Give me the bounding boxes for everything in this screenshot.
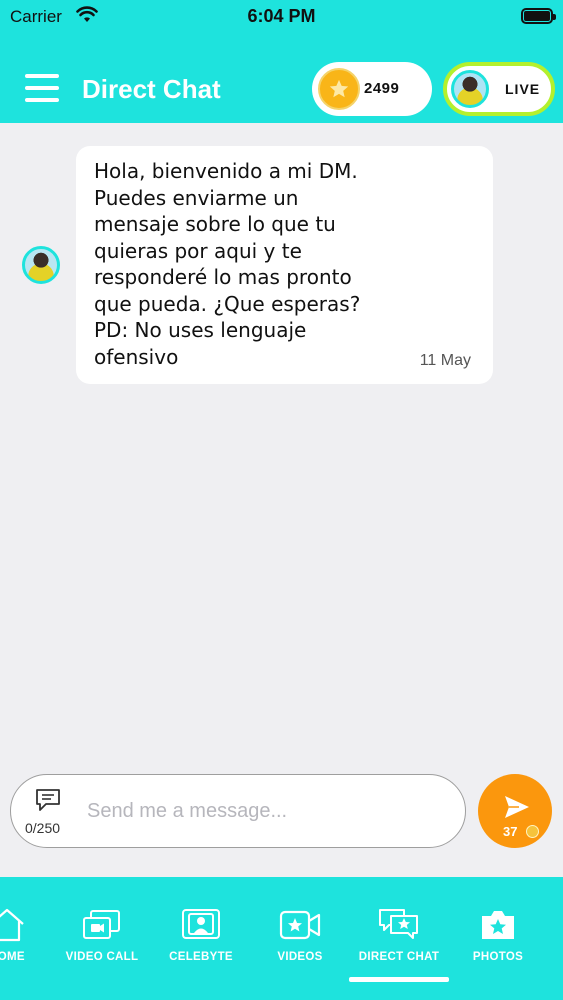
video-call-icon [83,910,120,939]
nav-item-video-call[interactable]: VIDEO CALL [52,907,152,963]
battery-icon [521,8,556,24]
live-label: LIVE [505,81,541,97]
videos-icon [279,910,321,940]
message-bubble: Hola, bienvenido a mi DM. Puedes enviarm… [76,146,493,384]
message-date: 11 May [419,352,471,369]
bottom-nav: HOME VIDEO CALL CELEBYTE VIDEOS [0,877,563,1000]
status-bar: Carrier 6:04 PM [0,0,563,34]
nav-item-celebyte[interactable]: CELEBYTE [151,907,251,963]
live-avatar [451,70,489,108]
nav-label-video-call: VIDEO CALL [65,951,139,963]
nav-label-direct-chat: DIRECT CHAT [358,951,440,963]
coin-icon [318,68,360,110]
sender-avatar[interactable] [22,246,60,284]
coin-balance-button[interactable]: 2499 [312,62,432,116]
coin-count: 2499 [364,80,400,97]
nav-item-videos[interactable]: VIDEOS [250,907,350,963]
home-icon [0,908,24,942]
direct-chat-icon [379,909,418,939]
active-tab-indicator [349,977,449,982]
nav-label-home: HOME [0,951,25,963]
send-cost: 37 [503,824,518,839]
message-input[interactable] [87,797,447,825]
nav-label-celebyte: CELEBYTE [169,951,233,963]
nav-item-direct-chat[interactable]: DIRECT CHAT [349,907,449,963]
nav-label-videos: VIDEOS [277,951,323,963]
nav-item-home[interactable]: HOME [0,907,57,963]
live-button[interactable]: LIVE [443,62,555,116]
chat-counter-icon [36,789,60,811]
celebyte-icon [182,909,220,939]
send-button[interactable]: 37 [478,774,552,848]
status-time: 6:04 PM [247,6,316,26]
message-composer: 0/250 [10,774,466,848]
send-icon [505,796,529,818]
send-coin-icon [526,825,539,838]
app-header: Carrier 6:04 PM Direct Chat 2499 LIVE [0,0,563,123]
nav-item-photos[interactable]: PHOTOS [448,907,548,963]
message-text: Hola, bienvenido a mi DM. Puedes enviarm… [94,159,361,369]
nav-label-photos: PHOTOS [472,951,524,963]
page-title: Direct Chat [82,74,221,104]
char-counter: 0/250 [25,820,61,836]
menu-icon[interactable] [25,74,59,104]
photos-icon [482,911,514,939]
